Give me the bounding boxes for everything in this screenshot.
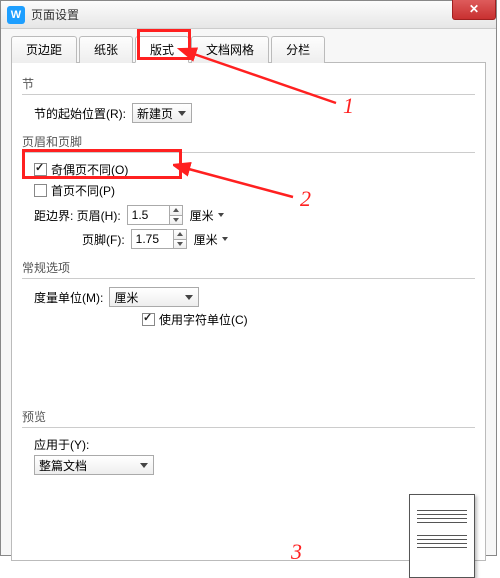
measure-unit-select[interactable]: 厘米 (109, 287, 199, 307)
tab-panel: 节 节的起始位置(R): 新建页 页眉和页脚 奇偶页不同(O) 首页不同(P) … (11, 63, 486, 561)
tab-paper[interactable]: 纸张 (79, 36, 133, 63)
header-unit-select[interactable]: 厘米 (187, 206, 227, 225)
app-icon: W (7, 6, 25, 24)
char-unit-label: 使用字符单位(C) (159, 311, 248, 328)
header-distance-input[interactable]: 1.5 (127, 205, 183, 225)
section-title-section: 节 (22, 75, 475, 92)
annotation-2: 2 (300, 186, 311, 212)
measure-unit-label: 度量单位(M): (34, 289, 103, 306)
annotation-1: 1 (343, 93, 354, 119)
char-unit-checkbox[interactable] (142, 313, 155, 326)
spinner-down-icon[interactable] (170, 215, 182, 225)
tab-columns[interactable]: 分栏 (271, 36, 325, 63)
spinner-down-icon[interactable] (174, 239, 186, 249)
footer-unit-select[interactable]: 厘米 (191, 230, 231, 249)
footer-distance-input[interactable]: 1.75 (131, 229, 187, 249)
header-distance-label: 距边界: 页眉(H): (34, 207, 121, 224)
section-title-preview: 预览 (22, 408, 475, 425)
odd-even-label: 奇偶页不同(O) (51, 161, 128, 178)
window-title: 页面设置 (31, 6, 79, 23)
odd-even-checkbox[interactable] (34, 163, 47, 176)
section-start-select[interactable]: 新建页 (132, 103, 192, 123)
tab-grid[interactable]: 文档网格 (191, 36, 269, 63)
preview-thumbnail (409, 494, 475, 578)
close-button[interactable]: ✕ (452, 0, 496, 20)
titlebar: W 页面设置 ✕ (1, 1, 496, 29)
first-page-label: 首页不同(P) (51, 182, 115, 199)
section-title-header-footer: 页眉和页脚 (22, 133, 475, 150)
tabs: 页边距 纸张 版式 文档网格 分栏 (11, 35, 486, 63)
section-title-general: 常规选项 (22, 259, 475, 276)
spinner-up-icon[interactable] (174, 230, 186, 239)
close-icon: ✕ (469, 2, 479, 16)
apply-to-label: 应用于(Y): (34, 436, 89, 453)
annotation-3: 3 (291, 539, 302, 565)
section-start-label: 节的起始位置(R): (34, 105, 126, 122)
tab-layout[interactable]: 版式 (135, 36, 189, 63)
tab-margins[interactable]: 页边距 (11, 36, 77, 63)
first-page-checkbox[interactable] (34, 184, 47, 197)
apply-to-select[interactable]: 整篇文档 (34, 455, 154, 475)
spinner-up-icon[interactable] (170, 206, 182, 215)
footer-distance-label: 页脚(F): (82, 231, 125, 248)
